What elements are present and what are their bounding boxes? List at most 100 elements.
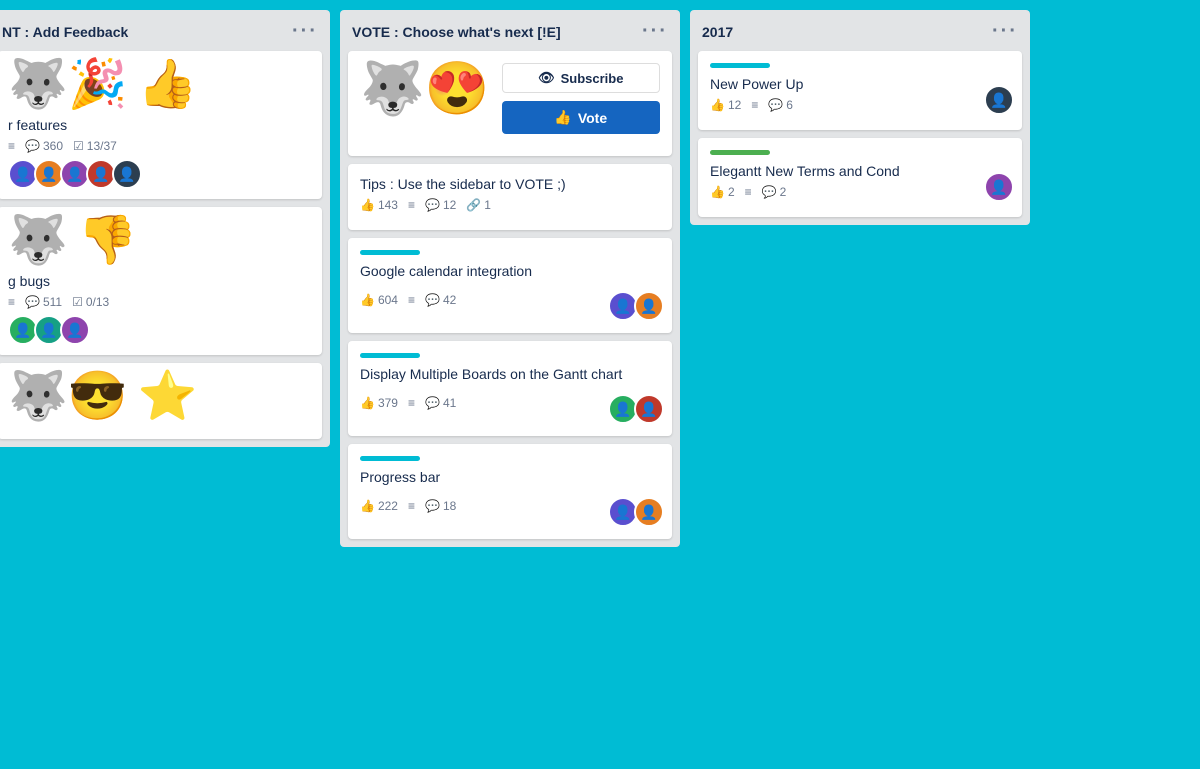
emoji-wolf-party: 🐺🎉 [8, 61, 128, 109]
card-title-google-cal: Google calendar integration [360, 263, 660, 279]
column-header-vote: VOTE : Choose what's next [!E] ··· [340, 10, 680, 51]
comment-icon-bugs: 💬 [25, 295, 40, 309]
like-icon-progress: 👍 [360, 499, 375, 513]
card-bottom-terms: Elegantt New Terms and Cond 👍 2 ≡ 💬 2 [710, 163, 1010, 205]
avatar-2-gantt: 👤 [634, 394, 664, 424]
meta-menu-tips: ≡ [408, 198, 415, 212]
card-bottom-power-up: New Power Up 👍 12 ≡ 💬 6 👤 [710, 76, 1010, 118]
like-icon-power-up: 👍 [710, 98, 725, 112]
column-menu-add-feedback[interactable]: ··· [292, 20, 318, 43]
card-meta-terms: 👍 2 ≡ 💬 2 [710, 185, 900, 199]
column-title-vote: VOTE : Choose what's next [!E] [352, 24, 561, 40]
meta-comments-power-up: 💬 6 [768, 98, 793, 112]
meta-checklist-bugs: ☑ 0/13 [72, 295, 109, 309]
comment-icon-google-cal: 💬 [425, 293, 440, 307]
card-meta-google-cal: 👍 604 ≡ 💬 42 [360, 293, 456, 307]
card-bottom-progress: 👍 222 ≡ 💬 18 👤 👤 [360, 491, 660, 527]
attachment-icon-tips: 🔗 [466, 198, 481, 212]
subscribe-label: Subscribe [561, 71, 624, 86]
avatars-bugs: 👤 👤 👤 [8, 315, 312, 345]
card-meta-features: ≡ 💬 360 ☑ 13/37 [8, 139, 312, 153]
card-emoji-row-star: 🐺😎 ⭐ [8, 373, 312, 421]
meta-menu-gantt: ≡ [408, 396, 415, 410]
card-title-power-up: New Power Up [710, 76, 803, 92]
meta-menu-features: ≡ [8, 139, 15, 153]
card-gantt[interactable]: Display Multiple Boards on the Gantt cha… [348, 341, 672, 436]
comment-icon-power-up: 💬 [768, 98, 783, 112]
vote-button[interactable]: 👍 Vote [502, 101, 661, 134]
like-icon-google-cal: 👍 [360, 293, 375, 307]
meta-comments-gantt: 💬 41 [425, 396, 456, 410]
thumbsup-vote-icon: 👍 [554, 109, 571, 126]
column-header-2017: 2017 ··· [690, 10, 1030, 51]
card-power-up[interactable]: New Power Up 👍 12 ≡ 💬 6 👤 [698, 51, 1022, 130]
board: NT : Add Feedback ··· 🐺🎉 👍 r features ≡ … [0, 0, 1200, 769]
meta-likes-terms: 👍 2 [710, 185, 735, 199]
column-title-add-feedback: NT : Add Feedback [2, 24, 128, 40]
card-left-power-up: New Power Up 👍 12 ≡ 💬 6 [710, 76, 803, 118]
card-bottom-google-cal: 👍 604 ≡ 💬 42 👤 👤 [360, 285, 660, 321]
vote-featured-card[interactable]: 🐺😍 👁 Subscribe 👍 Vote [348, 51, 672, 156]
avatar-5-features: 👤 [112, 159, 142, 189]
vote-card-top: 🐺😍 👁 Subscribe 👍 Vote [360, 63, 660, 134]
card-features[interactable]: 🐺🎉 👍 r features ≡ 💬 360 ☑ 13/37 👤 👤 👤 [0, 51, 322, 199]
comment-icon-terms: 💬 [762, 185, 777, 199]
column-vote: VOTE : Choose what's next [!E] ··· 🐺😍 👁 … [340, 10, 680, 547]
vote-label: Vote [578, 110, 607, 126]
meta-comments-features: 💬 360 [25, 139, 63, 153]
card-tips[interactable]: Tips : Use the sidebar to VOTE ;) 👍 143 … [348, 164, 672, 230]
meta-menu-bugs: ≡ [8, 295, 15, 309]
meta-likes-google-cal: 👍 604 [360, 293, 398, 307]
emoji-wolf-sunglasses: 🐺😎 [8, 373, 128, 421]
comment-icon-tips: 💬 [425, 198, 440, 212]
check-icon-features: ☑ [73, 139, 84, 153]
vote-mascot-emoji: 🐺😍 [360, 63, 490, 134]
card-title-terms: Elegantt New Terms and Cond [710, 163, 900, 179]
meta-likes-tips: 👍 143 [360, 198, 398, 212]
like-icon-tips: 👍 [360, 198, 375, 212]
avatar-1-power-up: 👤 [984, 85, 1014, 115]
avatars-progress: 👤 👤 [608, 497, 660, 527]
column-menu-vote[interactable]: ··· [642, 20, 668, 43]
card-bottom-gantt: 👍 379 ≡ 💬 41 👤 👤 [360, 388, 660, 424]
meta-menu-power-up: ≡ [751, 98, 758, 112]
column-2017: 2017 ··· New Power Up 👍 12 ≡ 💬 [690, 10, 1030, 225]
card-progress-bar[interactable]: Progress bar 👍 222 ≡ 💬 18 👤 👤 [348, 444, 672, 539]
card-star[interactable]: 🐺😎 ⭐ [0, 363, 322, 439]
card-bugs[interactable]: 🐺 👎 g bugs ≡ 💬 511 ☑ 0/13 👤 👤 👤 [0, 207, 322, 355]
card-meta-bugs: ≡ 💬 511 ☑ 0/13 [8, 295, 312, 309]
avatar-2-google-cal: 👤 [634, 291, 664, 321]
like-icon-gantt: 👍 [360, 396, 375, 410]
like-icon-terms: 👍 [710, 185, 725, 199]
meta-comments-progress: 💬 18 [425, 499, 456, 513]
card-google-cal[interactable]: Google calendar integration 👍 604 ≡ 💬 42… [348, 238, 672, 333]
column-header-add-feedback: NT : Add Feedback ··· [0, 10, 330, 51]
meta-attachment-tips: 🔗 1 [466, 198, 491, 212]
meta-comments-terms: 💬 2 [762, 185, 787, 199]
card-title-tips: Tips : Use the sidebar to VOTE ;) [360, 176, 660, 192]
progress-bar-terms [710, 150, 770, 155]
eye-icon: 👁 [538, 70, 555, 86]
card-title-gantt: Display Multiple Boards on the Gantt cha… [360, 366, 660, 382]
meta-menu-google-cal: ≡ [408, 293, 415, 307]
card-terms[interactable]: Elegantt New Terms and Cond 👍 2 ≡ 💬 2 [698, 138, 1022, 217]
card-emoji-row-bugs: 🐺 👎 [8, 217, 312, 265]
avatars-features: 👤 👤 👤 👤 👤 [8, 159, 312, 189]
meta-menu-progress: ≡ [408, 499, 415, 513]
card-meta-progress: 👍 222 ≡ 💬 18 [360, 499, 456, 513]
meta-comments-google-cal: 💬 42 [425, 293, 456, 307]
card-meta-power-up: 👍 12 ≡ 💬 6 [710, 98, 803, 112]
avatars-gantt: 👤 👤 [608, 394, 660, 424]
subscribe-button[interactable]: 👁 Subscribe [502, 63, 661, 93]
column-menu-2017[interactable]: ··· [992, 20, 1018, 43]
avatar-2-progress: 👤 [634, 497, 664, 527]
meta-comments-tips: 💬 12 [425, 198, 456, 212]
avatar-3-bugs: 👤 [60, 315, 90, 345]
card-title-progress-bar: Progress bar [360, 469, 660, 485]
avatar-1-terms: 👤 [984, 172, 1014, 202]
emoji-star: ⭐ [138, 373, 198, 421]
meta-menu-terms: ≡ [745, 185, 752, 199]
column-add-feedback: NT : Add Feedback ··· 🐺🎉 👍 r features ≡ … [0, 10, 330, 447]
progress-bar-google-cal [360, 250, 420, 255]
emoji-thumbsup: 👍 [138, 61, 198, 109]
